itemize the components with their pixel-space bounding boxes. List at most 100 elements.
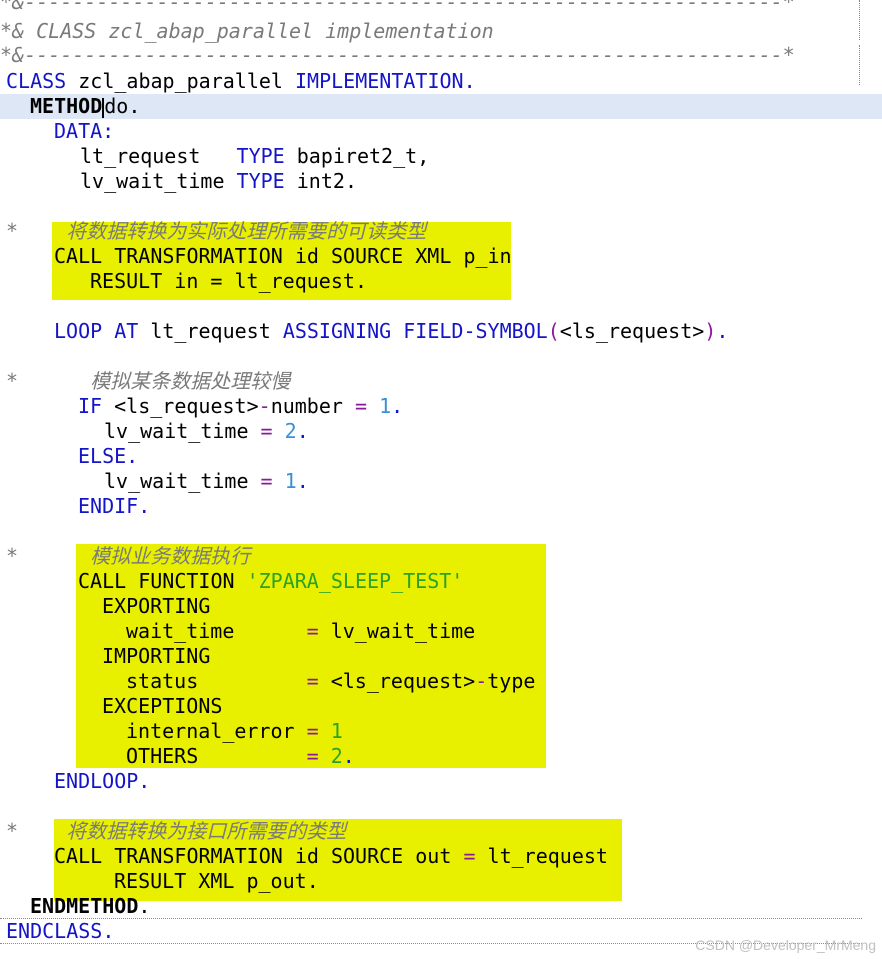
code-line: lv_wait_time = 1. (104, 469, 309, 494)
header-border-top-text: *&--------------------------------------… (0, 0, 795, 14)
keyword-out: out (415, 844, 452, 868)
keyword-exporting: EXPORTING (102, 594, 211, 618)
keyword-else: ELSE (78, 444, 127, 468)
var-lv-wait-time: lv_wait_time (104, 469, 249, 493)
var-lt-request: lt_request (80, 144, 201, 168)
number-literal: 2 (330, 744, 343, 768)
header-title-text: *& CLASS zcl_abap_parallel implementatio… (0, 19, 494, 43)
keyword-endmethod: ENDMETHOD (30, 894, 139, 918)
operator-eq: = (306, 744, 319, 768)
code-line: status = <ls_request>-type (126, 669, 535, 694)
keyword-source: SOURCE (330, 244, 404, 268)
period: . (354, 269, 367, 293)
code-line: DATA: (54, 119, 114, 144)
component-selector: - (475, 669, 488, 693)
code-line: RESULT XML p_out. (114, 869, 319, 894)
operator-eq: = (260, 419, 273, 443)
var-lv-wait-time: lv_wait_time (330, 619, 476, 643)
operator-eq: = (463, 844, 476, 868)
period: . (138, 894, 151, 918)
code-line: IF <ls_request>-number = 1. (78, 394, 403, 419)
period: . (138, 769, 151, 793)
operator-eq: = (306, 719, 319, 743)
method-name: do (104, 94, 129, 118)
fs-ls-request: <ls_request> (330, 669, 476, 693)
keyword-type: TYPE (236, 144, 285, 168)
comment-text: 将数据转换为接口所需要的类型 (66, 819, 347, 843)
var-lv-wait-time: lv_wait_time (80, 169, 225, 193)
number-literal: 1 (284, 469, 297, 493)
comment-text: 模拟某条数据处理较慢 (90, 369, 291, 393)
keyword-endclass: ENDCLASS (6, 919, 103, 943)
paren-open: ( (547, 319, 560, 343)
type-bapiret2: bapiret2_t (296, 144, 418, 168)
period: . (342, 744, 355, 768)
number-literal: 1 (330, 719, 343, 743)
fs-ls-request: <ls_request> (114, 394, 259, 418)
right-margin-line (859, 45, 860, 85)
keyword-in: in (174, 269, 199, 293)
code-line: ENDMETHOD. (30, 894, 150, 919)
colon: : (102, 119, 115, 143)
keyword-class: CLASS (6, 69, 67, 93)
watermark: CSDN @Developer_MrMeng (695, 937, 876, 953)
param-status: status (126, 669, 199, 693)
code-line: lv_wait_time = 2. (104, 419, 309, 444)
code-line: ENDIF. (78, 494, 150, 519)
code-line: EXCEPTIONS (102, 694, 222, 719)
comment-line: * 将数据转换为实际处理所需要的可读类型 (6, 219, 426, 244)
operator-eq: = (306, 669, 319, 693)
code-line: lt_request TYPE bapiret2_t, (80, 144, 429, 169)
number-literal: 1 (379, 394, 392, 418)
keyword-id: id (294, 844, 319, 868)
keyword-type: TYPE (236, 169, 285, 193)
code-line: RESULT in = lt_request. (90, 269, 367, 293)
period: . (296, 469, 309, 493)
period: . (126, 444, 139, 468)
function-name-string: 'ZPARA_SLEEP_TEST' (246, 569, 464, 593)
keyword-id: id (294, 244, 319, 268)
code-line: CALL TRANSFORMATION id SOURCE out = lt_r… (54, 844, 608, 869)
comment-line: * 模拟某条数据处理较慢 (6, 369, 290, 394)
keyword-implementation: IMPLEMENTATION (295, 69, 464, 93)
keyword-assigning: ASSIGNING (282, 319, 392, 343)
type-int2: int2 (296, 169, 345, 193)
code-line: EXPORTING (102, 594, 210, 619)
exception-others: OTHERS (126, 744, 199, 768)
component-selector: - (258, 394, 271, 418)
comment-star: * (6, 544, 19, 568)
field-type: type (487, 669, 536, 693)
code-line: LOOP AT lt_request ASSIGNING FIELD-SYMBO… (54, 319, 728, 344)
right-margin-line (859, 0, 860, 40)
code-editor[interactable]: *&--------------------------------------… (0, 0, 882, 959)
keyword-result: RESULT (90, 269, 163, 293)
keyword-method: METHOD (30, 94, 103, 118)
field-number: number (270, 394, 343, 418)
code-line: ELSE. (78, 444, 138, 469)
operator-eq: = (260, 469, 273, 493)
keyword-xml: XML (415, 244, 452, 268)
period: . (391, 394, 404, 418)
code-line: wait_time = lv_wait_time (126, 619, 475, 644)
exception-internal-error: internal_error (126, 719, 295, 743)
header-title: *& CLASS zcl_abap_parallel implementatio… (0, 19, 494, 44)
period: . (306, 869, 319, 893)
comment-line: * 模拟业务数据执行 (6, 544, 250, 569)
keyword-endif: ENDIF (78, 494, 139, 518)
keyword-result: RESULT (114, 869, 187, 893)
period: . (344, 169, 357, 193)
code-line: IMPORTING (102, 644, 210, 669)
keyword-xml: XML (198, 869, 235, 893)
code-line: CALL TRANSFORMATION id SOURCE XML p_in (54, 244, 512, 269)
keyword-call-transformation: CALL TRANSFORMATION (54, 844, 283, 868)
class-name: zcl_abap_parallel (78, 69, 283, 93)
period: . (102, 919, 115, 943)
keyword-source: SOURCE (330, 844, 404, 868)
comment-text: 模拟业务数据执行 (90, 544, 251, 568)
period: . (296, 419, 309, 443)
comment-text: 将数据转换为实际处理所需要的可读类型 (66, 219, 427, 243)
code-line: ENDCLASS. (6, 919, 114, 944)
param-wait-time: wait_time (126, 619, 235, 643)
comment-line: * 将数据转换为接口所需要的类型 (6, 819, 346, 844)
header-border-top: *&--------------------------------------… (0, 0, 795, 15)
